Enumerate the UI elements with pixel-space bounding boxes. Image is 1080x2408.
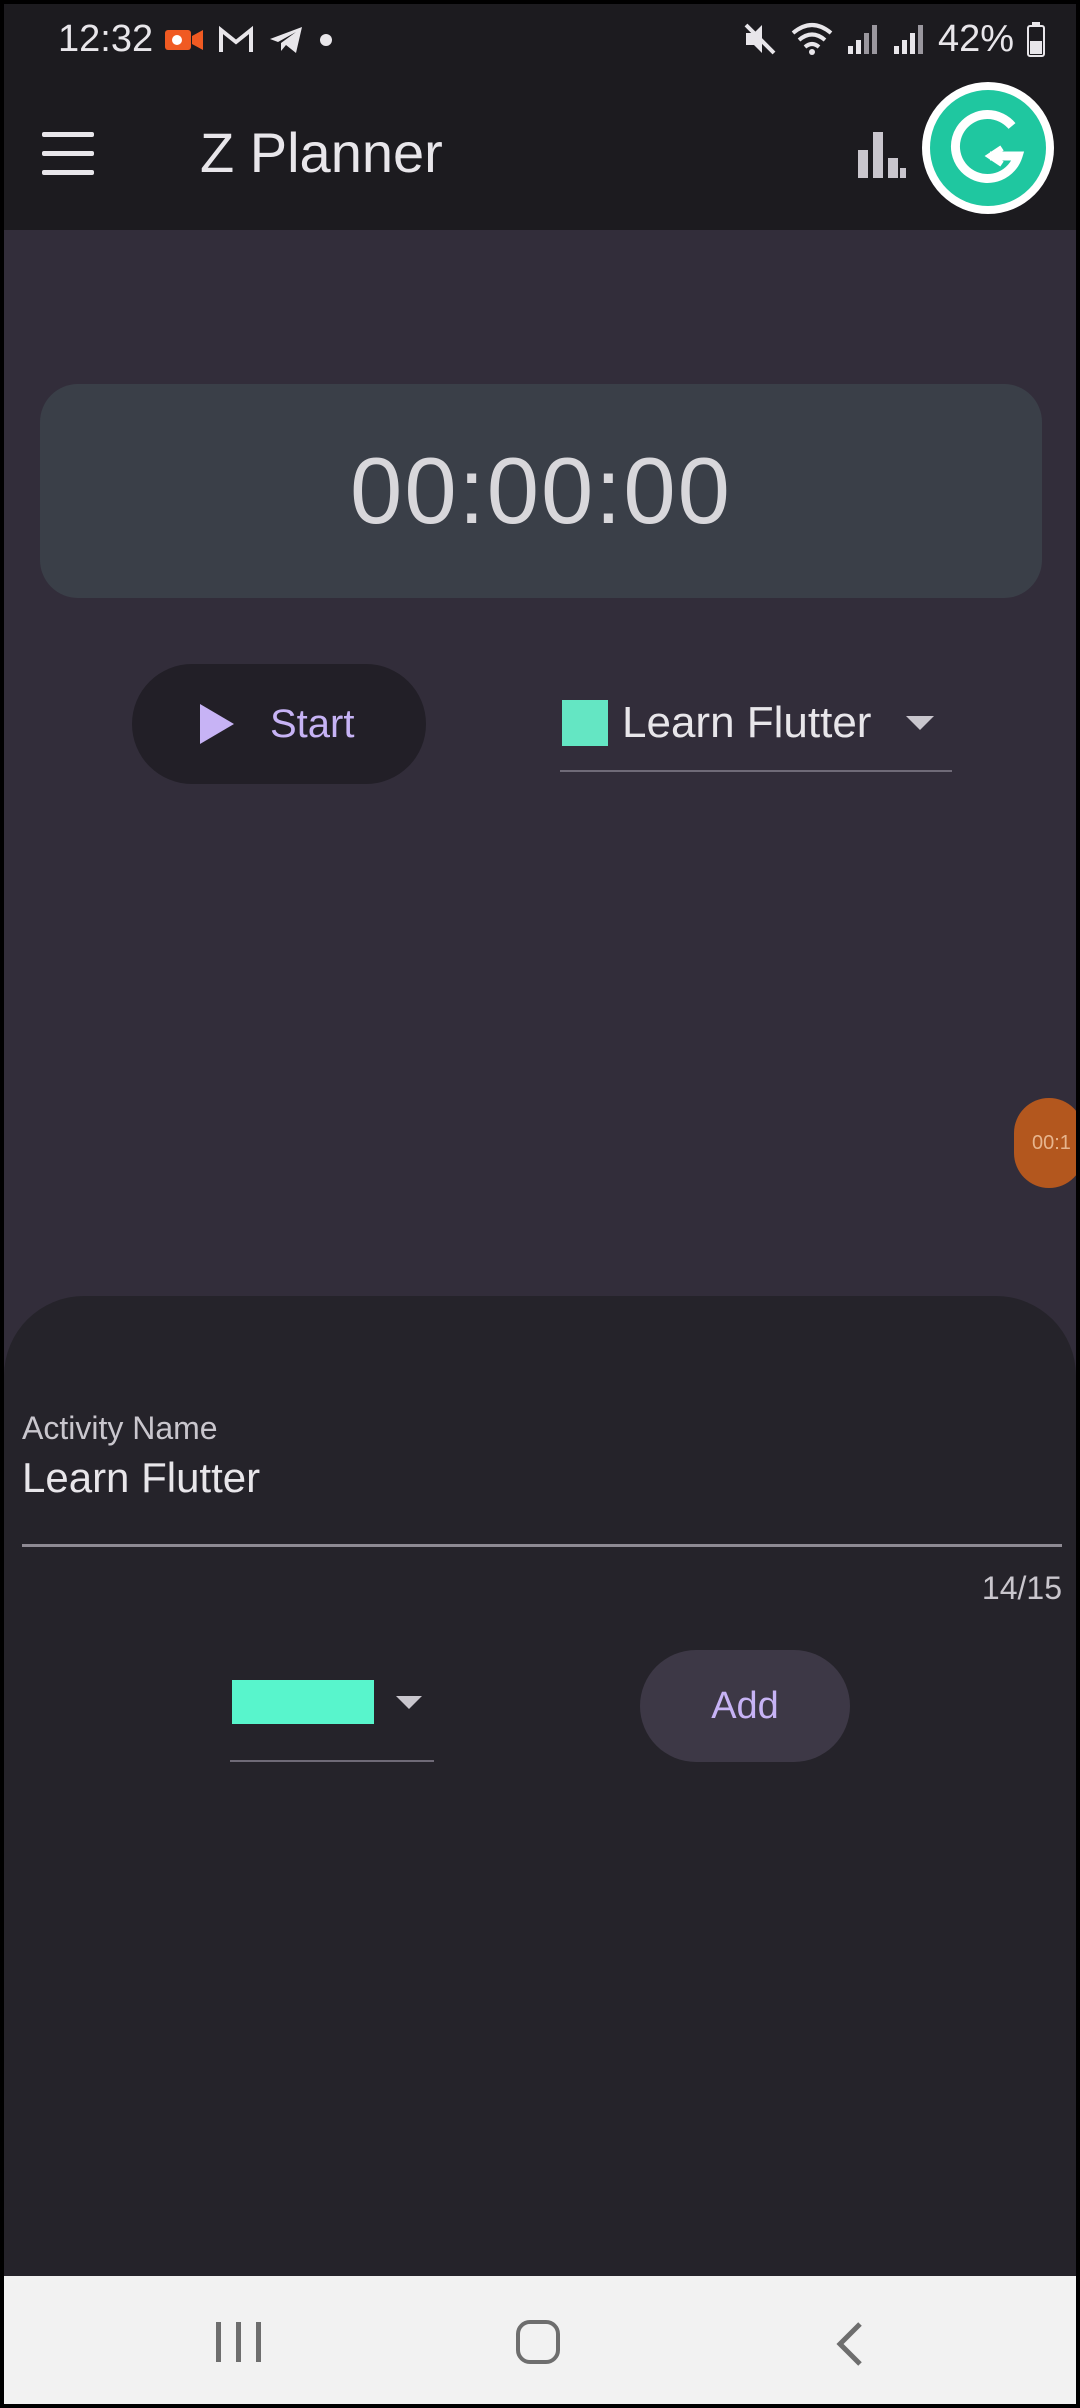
battery-percent: 42% <box>937 17 1014 60</box>
start-button-label: Start <box>270 702 355 746</box>
color-dropdown[interactable] <box>230 1678 434 1762</box>
telegram-icon <box>270 27 302 53</box>
app-screen: 12:32 42% Z Planner 00:00:00 Start Learn… <box>4 4 1076 2404</box>
home-icon[interactable] <box>516 2320 560 2364</box>
start-button[interactable]: Start <box>132 664 426 784</box>
input-underline <box>22 1544 1062 1547</box>
chevron-down-icon <box>396 1696 422 1709</box>
system-nav-bar <box>4 2276 1076 2404</box>
add-activity-sheet: Activity Name 14/15 Add <box>4 1296 1076 2276</box>
activity-name-input[interactable] <box>22 1454 1062 1502</box>
activity-dropdown-value: Learn Flutter <box>622 698 872 747</box>
status-bar: 12:32 42% <box>4 4 1076 76</box>
signal-icon <box>847 25 877 54</box>
signal-icon <box>893 25 923 54</box>
back-icon[interactable] <box>828 2320 872 2368</box>
bar-chart-icon[interactable] <box>856 128 908 180</box>
bubble-text: 00:1 <box>1032 1132 1071 1154</box>
activity-color-swatch <box>562 700 608 746</box>
timer-display: 00:00:00 <box>350 438 732 543</box>
app-bar: Z Planner <box>4 76 1076 230</box>
recent-apps-icon[interactable] <box>214 2322 264 2364</box>
page-title: Z Planner <box>200 121 443 184</box>
video-record-icon <box>165 30 203 50</box>
avatar[interactable] <box>922 82 1054 214</box>
mute-icon <box>744 23 776 55</box>
play-icon <box>200 704 234 744</box>
notification-icons <box>164 18 334 62</box>
grammarly-icon <box>930 90 1046 206</box>
activity-dropdown[interactable]: Learn Flutter <box>560 688 952 772</box>
wifi-icon <box>791 23 833 55</box>
floating-timer-bubble[interactable]: 00:1 <box>1014 1098 1076 1188</box>
add-button[interactable]: Add <box>640 1650 850 1762</box>
gmail-icon <box>219 25 253 52</box>
color-swatch <box>232 1680 374 1724</box>
add-button-label: Add <box>711 1684 779 1727</box>
status-time: 12:32 <box>58 18 154 60</box>
timer-card: 00:00:00 <box>40 384 1042 598</box>
battery-icon <box>1027 22 1045 57</box>
menu-icon[interactable] <box>42 128 98 180</box>
dot-icon <box>320 34 332 46</box>
chevron-down-icon <box>906 716 934 730</box>
status-right: 42% <box>742 16 1046 62</box>
activity-name-label: Activity Name <box>22 1410 218 1446</box>
character-counter: 14/15 <box>981 1570 1062 1606</box>
